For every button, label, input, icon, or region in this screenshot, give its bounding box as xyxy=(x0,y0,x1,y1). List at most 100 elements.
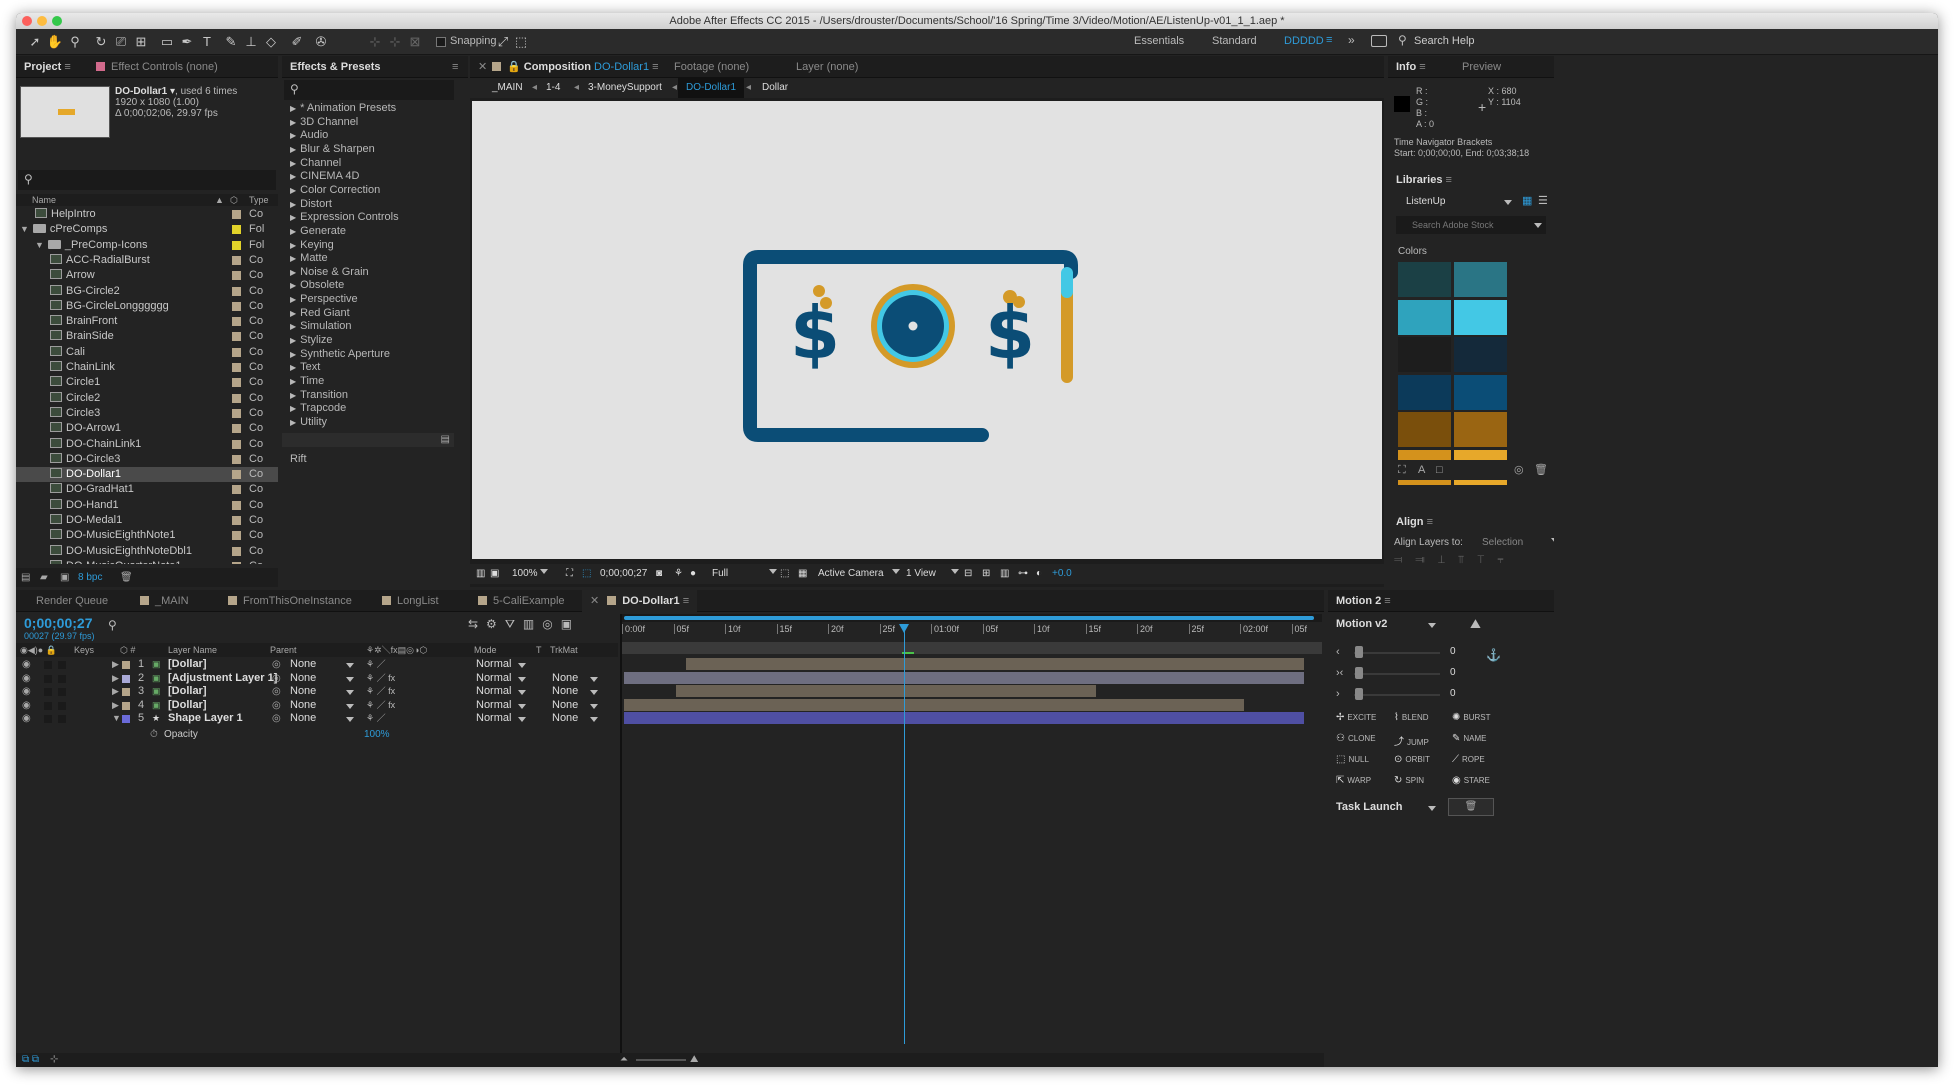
project-item[interactable]: DO-ChainLink1 Co xyxy=(16,437,278,452)
list-view-icon[interactable]: ☰ xyxy=(1538,194,1548,207)
effect-category[interactable]: ▶ Text xyxy=(290,361,320,374)
breadcrumb-dollar[interactable]: Dollar xyxy=(762,78,788,98)
pen-tool-icon[interactable]: ✒ xyxy=(178,34,196,50)
effect-category[interactable]: ▶ * Animation Presets xyxy=(290,102,396,115)
axis-local-icon[interactable]: ⊹ xyxy=(366,34,384,50)
effect-category[interactable]: ▶ Trapcode xyxy=(290,402,346,415)
exposure-icon[interactable]: ◐ xyxy=(1036,564,1042,584)
add-color-icon[interactable]: □ xyxy=(1436,460,1443,480)
effect-category[interactable]: ▶ Time xyxy=(290,375,324,388)
resolution-select[interactable]: Full xyxy=(712,564,777,584)
zoom-select[interactable]: 100% xyxy=(512,564,549,584)
breadcrumb-1-4[interactable]: 1-4 xyxy=(546,78,560,98)
color-swatch[interactable] xyxy=(1454,299,1507,335)
visibility-eye-icon[interactable]: ◉ xyxy=(22,712,31,725)
project-item[interactable]: Cali Co xyxy=(16,345,278,360)
brush-tool-icon[interactable]: ✎ xyxy=(222,34,240,50)
trkmat-select[interactable]: None xyxy=(552,685,578,698)
mode-select[interactable]: Normal xyxy=(476,712,511,725)
timeline-zoom-slider[interactable] xyxy=(636,1059,686,1061)
effect-category[interactable]: ▶ Simulation xyxy=(290,320,352,333)
color-swatch[interactable] xyxy=(1398,374,1451,410)
lock-toggle[interactable] xyxy=(58,674,66,683)
grid-view-icon[interactable]: ▦ xyxy=(1522,194,1532,207)
search-help-input[interactable]: Search Help xyxy=(1414,35,1475,47)
layer-expand-triangle-icon[interactable]: ▼ xyxy=(112,712,121,725)
clone-stamp-tool-icon[interactable]: ⊥ xyxy=(242,34,260,50)
cc-icon[interactable]: ◎ xyxy=(1514,460,1524,480)
effect-category[interactable]: ▶ Matte xyxy=(290,252,328,265)
motion-slider-handle[interactable] xyxy=(1355,646,1363,658)
layer-name[interactable]: [Dollar] xyxy=(168,685,207,698)
effect-category[interactable]: ▶ Color Correction xyxy=(290,184,380,197)
motion-button-name[interactable]: ✎ NAME xyxy=(1452,733,1487,744)
stopwatch-icon[interactable]: ⏱ xyxy=(150,728,158,742)
timeline-switches[interactable]: ⇆⚙⛛▥◎▣ xyxy=(468,617,580,632)
label-swatch[interactable] xyxy=(232,393,241,403)
tab-project[interactable]: Project ≡ xyxy=(24,56,71,78)
layer-switches[interactable]: ⚘ ／ fx xyxy=(366,672,395,685)
visibility-eye-icon[interactable]: ◉ xyxy=(22,658,31,671)
label-swatch[interactable] xyxy=(232,500,241,510)
tab-5-caliexample[interactable]: 5-CaliExample xyxy=(478,590,565,612)
label-swatch[interactable] xyxy=(232,454,241,464)
solo-toggle[interactable] xyxy=(44,715,52,724)
sync-settings-icon[interactable] xyxy=(1371,35,1387,47)
color-swatch[interactable] xyxy=(1398,337,1451,372)
interpret-footage-icon[interactable]: ▤ xyxy=(21,568,30,587)
eraser-tool-icon[interactable]: ◇ xyxy=(262,34,280,50)
label-swatch[interactable] xyxy=(232,470,241,480)
layer-duration-bar[interactable] xyxy=(624,671,1304,684)
lock-toggle[interactable] xyxy=(58,701,66,710)
parent-select[interactable]: None xyxy=(290,685,316,698)
selection-tool-icon[interactable]: ➚ xyxy=(26,34,44,50)
effects-menu-icon[interactable]: ≡ xyxy=(452,56,458,78)
color-swatch[interactable] xyxy=(1398,412,1451,447)
layer-label-swatch[interactable] xyxy=(122,701,130,710)
zoom-tool-icon[interactable]: ⚲ xyxy=(66,34,84,50)
project-item[interactable]: ChainLink Co xyxy=(16,360,278,375)
breadcrumb-moneysupport[interactable]: 3-MoneySupport xyxy=(588,78,662,98)
tab-layer[interactable]: Layer (none) xyxy=(796,56,858,78)
disclosure-triangle-icon[interactable]: ▼ xyxy=(35,240,44,250)
axis-world-icon[interactable]: ⊹ xyxy=(386,34,404,50)
label-swatch[interactable] xyxy=(232,546,241,556)
minimize-window-button[interactable] xyxy=(37,16,47,26)
tab-effects-presets[interactable]: Effects & Presets xyxy=(290,56,381,78)
anchor-tool-icon[interactable]: ⊞ xyxy=(132,34,150,50)
magnification-icon[interactable]: ▣ xyxy=(490,564,499,584)
timeline-icon[interactable]: ▥ xyxy=(1000,564,1009,584)
snap-features-icon[interactable]: ⬚ xyxy=(512,34,530,50)
mode-select[interactable]: Normal xyxy=(476,672,511,685)
more-workspaces-icon[interactable]: » xyxy=(1348,33,1355,47)
trkmat-select[interactable]: None xyxy=(552,699,578,712)
layer-duration-bar[interactable] xyxy=(676,685,1096,698)
label-swatch[interactable] xyxy=(232,561,241,564)
project-search-input[interactable]: ⚲ xyxy=(18,170,276,190)
layer-label-swatch[interactable] xyxy=(122,688,130,697)
effect-category[interactable]: ▶ Perspective xyxy=(290,293,358,306)
comp-viewer[interactable]: $ $ xyxy=(472,101,1382,559)
lock-toggle[interactable] xyxy=(58,688,66,697)
effect-category[interactable]: ▶ Expression Controls xyxy=(290,211,399,224)
solo-toggle[interactable] xyxy=(44,661,52,669)
task-launch-trash-button[interactable]: 🗑 xyxy=(1448,798,1494,816)
layer-duration-bar[interactable] xyxy=(624,698,1244,711)
opacity-value[interactable]: 100% xyxy=(364,728,390,742)
zoom-window-button[interactable] xyxy=(52,16,62,26)
project-item[interactable]: DO-GradHat1 Co xyxy=(16,482,278,497)
effect-category[interactable]: ▶ Transition xyxy=(290,389,348,402)
label-swatch[interactable] xyxy=(232,225,241,235)
zoom-in-icon[interactable]: ⛰ xyxy=(690,1053,698,1067)
visibility-eye-icon[interactable]: ◉ xyxy=(22,672,31,685)
timeline-search-icon[interactable]: ⚲ xyxy=(108,618,117,632)
layer-label-swatch[interactable] xyxy=(122,715,130,724)
col-trkmat[interactable]: TrkMat xyxy=(550,643,578,657)
effect-category[interactable]: ▶ 3D Channel xyxy=(290,116,358,129)
layer-expand-triangle-icon[interactable]: ▶ xyxy=(112,658,119,671)
project-item[interactable]: Arrow Co xyxy=(16,268,278,283)
effect-category[interactable]: ▶ Obsolete xyxy=(290,279,344,292)
views-select[interactable]: 1 View xyxy=(906,564,959,584)
project-item[interactable]: DO-Arrow1 Co xyxy=(16,421,278,436)
label-swatch[interactable] xyxy=(232,255,241,265)
